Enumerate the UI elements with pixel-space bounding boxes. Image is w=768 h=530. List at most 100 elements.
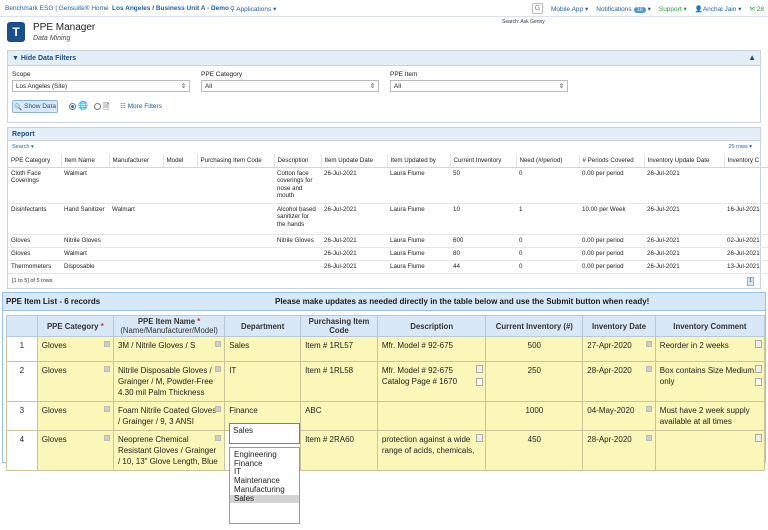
report-col-header[interactable]: Model [163,154,198,168]
department-field[interactable]: Sales [224,336,302,362]
inventory-field[interactable]: 250 [485,361,584,402]
description-field[interactable]: Mfr. Model # 92-675 Catalog Page # 1670 [376,361,487,402]
report-col-header[interactable]: Inventory C [724,154,768,168]
report-col-header[interactable]: PPE Category [8,154,62,168]
calendar-icon[interactable] [103,435,110,441]
show-data-button[interactable]: 🔍 Show Data [12,100,58,113]
page-button[interactable]: 1 [747,277,754,286]
table-cell [109,167,163,204]
table-row[interactable]: Gloves Nitrile Gloves Nitrile Gloves 26-Jul… [8,234,768,248]
calendar-icon[interactable] [215,435,222,441]
report-col-header[interactable]: Inventory Update Date [644,154,725,168]
report-col-header[interactable]: Item Updated by [387,154,451,168]
applications-menu[interactable]: ⚲ Applications ▾ [230,5,276,13]
table-row[interactable]: Disinfectants Hand Sanitizer Walmart Alcoho… [8,203,768,235]
document-view-radio[interactable] [94,103,101,110]
notifications-menu[interactable]: Notifications 16 ▾ [596,5,651,13]
mobile-app-menu[interactable]: Mobile App ▾ [551,5,588,13]
scrollbar-thumb[interactable] [755,378,762,386]
department-option[interactable]: Sales [230,494,299,504]
table-cell: 26-Jul-2021 [644,247,724,261]
col-ppe-category: PPE Category * [36,315,114,337]
inventory-field[interactable]: 500 [485,336,584,362]
description-field[interactable]: Mfr. Model # 92-675 [376,336,487,362]
comment-field[interactable]: Reorder in 2 weeks [654,336,766,362]
dialog-header: PPE Item List - 6 records Please make up… [3,293,765,311]
support-menu[interactable]: Support ▾ [659,5,687,13]
calendar-icon[interactable] [103,341,110,347]
report-col-header[interactable]: Item Update Date [321,154,388,168]
report-col-header[interactable]: # Periods Covered [579,154,645,168]
calendar-icon[interactable] [645,435,652,441]
calendar-icon[interactable] [645,366,652,372]
table-row[interactable]: Thermometers Disposable 26-Jul-2021 Laura F… [8,260,768,274]
site-selector[interactable]: Los Angeles / Business Unit A - Demo [112,5,229,12]
ask-genny-icon[interactable]: G [532,3,543,14]
scope-select[interactable]: Los Angeles (Site) ⇕ [12,80,190,92]
date-field[interactable]: 28-Apr-2020 [582,361,656,402]
code-field[interactable]: Item # 1RL58 [300,361,378,402]
scrollbar[interactable] [755,434,762,442]
date-field[interactable]: 04-May-2020 [582,401,656,431]
scrollbar-thumb[interactable] [476,378,484,386]
category-select[interactable]: Gloves [36,361,114,402]
table-cell: Disinfectants [8,203,61,235]
category-select[interactable]: Gloves [36,336,114,362]
category-select[interactable]: Gloves [36,401,114,431]
calendar-icon[interactable] [645,341,652,347]
calendar-icon[interactable] [103,406,110,412]
description-field[interactable]: protection against a wide range of acids… [376,430,487,471]
item-name-field[interactable]: 3M / Nitrile Gloves / S [112,336,226,362]
calendar-icon[interactable] [645,406,652,412]
category-select[interactable]: Gloves [36,430,114,471]
home-link[interactable]: Benchmark ESG | Gensuite® Home [5,5,109,12]
code-field[interactable]: ABC [300,401,378,431]
comment-field[interactable]: Must have 2 week supply available at all… [654,401,766,431]
calendar-icon[interactable] [215,366,222,372]
table-row[interactable]: Gloves Walmart 26-Jul-2021 Laura Flume 80 0 0.… [8,247,768,261]
item-select[interactable]: All ⇕ [390,80,568,92]
report-col-header[interactable]: Need (#/period) [516,154,580,168]
item-label: PPE Item [390,71,418,78]
scrollbar[interactable] [476,365,484,373]
scrollbar[interactable] [476,434,484,442]
department-field[interactable]: IT [224,361,302,402]
collapse-icon[interactable]: ▲ [748,53,756,62]
report-col-header[interactable]: Manufacturer [109,154,164,168]
more-filters-link[interactable]: ☷ More Filters [120,102,162,110]
date-field[interactable]: 27-Apr-2020 [582,336,656,362]
item-name-field[interactable]: Neoprene Chemical Resistant Gloves / Gra… [112,430,226,471]
table-row[interactable]: Cloth Face Coverings Walmart Cotton face c… [8,167,768,204]
description-field[interactable] [376,401,487,431]
report-col-header[interactable]: Purchasing Item Code [197,154,275,168]
user-menu[interactable]: 👤Anchal Jain ▾ [695,5,742,13]
department-dropdown[interactable]: Engineering Finance IT Maintenance Manufactu… [229,447,300,524]
scrollbar[interactable] [755,365,762,373]
inventory-field[interactable]: 1000 [485,401,584,431]
code-field[interactable]: Item # 1RL57 [300,336,378,362]
inventory-field[interactable]: 450 [485,430,584,471]
calendar-icon[interactable] [215,341,222,347]
col-row-number [6,315,38,337]
scrollbar[interactable] [755,340,762,348]
comment-field[interactable] [654,430,766,471]
code-field[interactable]: Item # 2RA60 [300,430,378,471]
comment-field[interactable]: Box contains Size Medium only [654,361,766,402]
date-field[interactable]: 28-Apr-2020 [582,430,656,471]
category-select[interactable]: All ⇕ [201,80,379,92]
department-input[interactable]: Sales [229,423,300,444]
comment-field-value: Reorder in 2 weeks [659,341,729,350]
report-col-header[interactable]: Item Name [61,154,110,168]
filters-header[interactable]: ▼ Hide Data Filters ▲ [8,51,760,66]
report-col-header[interactable]: Description [274,154,322,168]
item-name-field[interactable]: Foam Nitrile Coated Gloves / Grainger / … [112,401,226,431]
rows-per-page-select[interactable]: 25 rows ▾ [728,144,752,150]
report-col-header[interactable]: Current Inventory [450,154,517,168]
ask-genny-tooltip: Search: Ask Genny [502,19,545,25]
messages-counter[interactable]: ✉ 28 [750,5,765,13]
globe-view-radio[interactable] [69,103,76,110]
calendar-icon[interactable] [215,406,222,412]
calendar-icon[interactable] [103,366,110,372]
item-name-field[interactable]: Nitrile Disposable Gloves / Grainger / M… [112,361,226,402]
report-search-toggle[interactable]: Search ▾ [12,144,34,150]
